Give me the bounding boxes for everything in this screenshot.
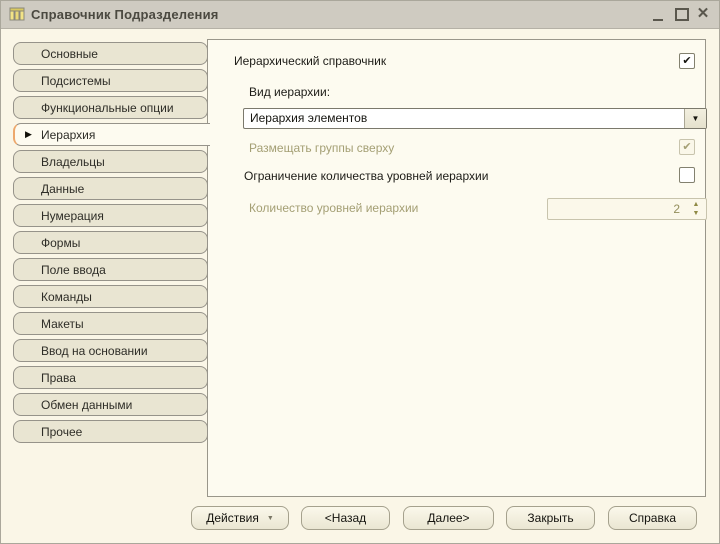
next-button-label: Далее> [427, 511, 469, 525]
sidebar-tab-forms[interactable]: Формы [13, 231, 208, 254]
back-button[interactable]: <Назад [301, 506, 390, 530]
tab-label: Обмен данными [41, 398, 132, 412]
groups-on-top-label: Размещать группы сверху [249, 141, 394, 155]
tab-label: Данные [41, 182, 84, 196]
hierarchy-kind-label: Вид иерархии: [249, 85, 330, 99]
help-button[interactable]: Справка [608, 506, 697, 530]
limit-levels-label: Ограничение количества уровней иерархии [244, 169, 488, 183]
dropdown-arrow-icon[interactable]: ▼ [684, 109, 706, 128]
sidebar-tab-owners[interactable]: Владельцы [13, 150, 208, 173]
actions-button[interactable]: Действия ▼ [191, 506, 289, 530]
sidebar-tab-numbering[interactable]: Нумерация [13, 204, 208, 227]
back-button-label: <Назад [325, 511, 366, 525]
close-button[interactable]: Закрыть [506, 506, 595, 530]
sidebar-tab-rights[interactable]: Права [13, 366, 208, 389]
maximize-icon[interactable] [673, 1, 689, 28]
sidebar: Основные Подсистемы Функциональные опции… [13, 42, 208, 447]
sidebar-tab-input-field[interactable]: Поле ввода [13, 258, 208, 281]
levels-count-spinner: 2 ▲ ▼ [547, 198, 707, 220]
spinner-arrows: ▲ ▼ [690, 200, 702, 218]
sidebar-tab-subsystems[interactable]: Подсистемы [13, 69, 208, 92]
selected-tab-arrow-icon: ▶ [25, 130, 32, 139]
hierarchy-settings-panel: Иерархический справочник ✔ Вид иерархии:… [207, 39, 706, 497]
actions-button-label: Действия [206, 511, 259, 525]
tab-label: Права [41, 371, 76, 385]
sidebar-tab-data-exchange[interactable]: Обмен данными [13, 393, 208, 416]
tab-label: Формы [41, 236, 80, 250]
spinner-down-icon: ▼ [690, 209, 702, 218]
limit-levels-checkbox[interactable] [679, 167, 695, 183]
sidebar-tab-hierarchy[interactable]: ▶ Иерархия [13, 123, 210, 146]
tab-label: Прочее [41, 425, 82, 439]
tab-label: Владельцы [41, 155, 105, 169]
hierarchical-checkbox[interactable]: ✔ [679, 53, 695, 69]
sidebar-tab-data[interactable]: Данные [13, 177, 208, 200]
levels-count-label: Количество уровней иерархии [249, 201, 418, 215]
tab-label: Основные [41, 47, 98, 61]
titlebar: Справочник Подразделения ✕ [1, 1, 719, 29]
sidebar-tab-input-on-basis[interactable]: Ввод на основании [13, 339, 208, 362]
sidebar-tab-main[interactable]: Основные [13, 42, 208, 65]
sidebar-tab-templates[interactable]: Макеты [13, 312, 208, 335]
next-button[interactable]: Далее> [403, 506, 494, 530]
sidebar-tab-commands[interactable]: Команды [13, 285, 208, 308]
hierarchy-kind-value: Иерархия элементов [250, 109, 367, 128]
configuration-window: Справочник Подразделения ✕ Основные Подс… [0, 0, 720, 544]
sidebar-tab-other[interactable]: Прочее [13, 420, 208, 443]
tab-label: Поле ввода [41, 263, 106, 277]
tab-label: Функциональные опции [41, 101, 174, 115]
spinner-up-icon: ▲ [690, 200, 702, 209]
hierarchy-kind-select[interactable]: Иерархия элементов ▼ [243, 108, 707, 129]
catalog-icon [9, 6, 25, 22]
groups-on-top-checkbox: ✔ [679, 139, 695, 155]
tab-label: Нумерация [41, 209, 104, 223]
tab-label: Команды [41, 290, 92, 304]
tab-label: Иерархия [41, 128, 95, 142]
help-button-label: Справка [629, 511, 676, 525]
tab-label: Макеты [41, 317, 84, 331]
hierarchical-checkbox-label: Иерархический справочник [234, 54, 386, 68]
sidebar-tab-functional-options[interactable]: Функциональные опции [13, 96, 208, 119]
close-icon[interactable]: ✕ [695, 1, 711, 28]
levels-count-value: 2 [673, 199, 680, 219]
window-title: Справочник Подразделения [31, 7, 219, 22]
close-button-label: Закрыть [527, 511, 573, 525]
actions-dropdown-icon: ▼ [267, 515, 274, 522]
tab-label: Ввод на основании [41, 344, 148, 358]
minimize-icon[interactable] [651, 1, 667, 28]
tab-label: Подсистемы [41, 74, 111, 88]
